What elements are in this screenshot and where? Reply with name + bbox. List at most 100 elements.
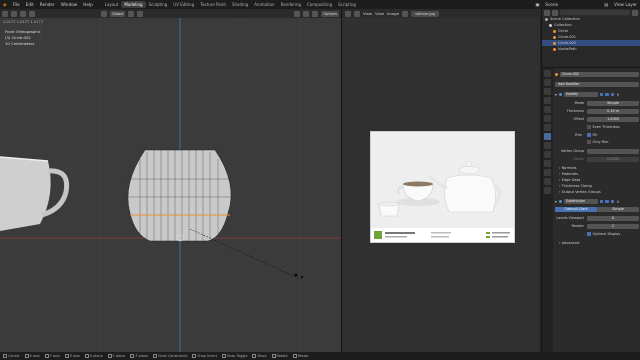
- key-icon: [271, 354, 276, 358]
- optimal-display-checkbox[interactable]: [587, 232, 591, 236]
- status-snap-toggle: Snap Toggle: [221, 354, 247, 358]
- image-name-field[interactable]: valhom.jpg: [410, 10, 439, 17]
- tab-sculpting[interactable]: Sculpting: [146, 1, 171, 8]
- subpanel-advanced[interactable]: › Advanced: [555, 240, 639, 246]
- factor-field[interactable]: 0.0000: [587, 156, 639, 162]
- properties-editor[interactable]: Circle.002 Add Modifier ▾ Solidify ✕ Mod…: [541, 67, 640, 353]
- key-icon: [252, 354, 257, 358]
- world-tab-icon[interactable]: [544, 115, 551, 122]
- cup-object: [0, 156, 70, 231]
- tab-uv-editing[interactable]: UV Editing: [170, 1, 197, 8]
- texture-tab-icon[interactable]: [544, 187, 551, 194]
- object-name-field[interactable]: Circle.002: [560, 71, 639, 77]
- tab-rendering[interactable]: Rendering: [278, 1, 304, 8]
- object-icon: [555, 72, 558, 76]
- transform-guide-line: [189, 228, 301, 280]
- view-layer-selector[interactable]: View Layer: [611, 2, 640, 7]
- viewport-toggle-icon[interactable]: [605, 199, 609, 204]
- fill-checkbox[interactable]: [587, 133, 591, 137]
- solidify-name-field[interactable]: Solidify: [563, 92, 598, 97]
- only-rim-checkbox[interactable]: [587, 140, 591, 144]
- editmode-toggle-icon[interactable]: [599, 199, 604, 204]
- catmull-clark-button[interactable]: Catmull-Clark: [555, 207, 597, 212]
- subpanel-label: Output Vertex Groups: [561, 190, 601, 194]
- simple-button[interactable]: Simple: [597, 207, 639, 212]
- vertex-group-field[interactable]: [587, 148, 639, 154]
- tab-modeling[interactable]: Modeling: [121, 1, 146, 8]
- key-icon: [3, 354, 7, 358]
- tab-texture-paint[interactable]: Texture Paint: [197, 1, 229, 8]
- display-mode-icon[interactable]: [552, 9, 558, 16]
- offset-field[interactable]: 1.0000: [587, 116, 639, 122]
- image-editor[interactable]: View View Image valhom.jpg: [341, 9, 541, 352]
- status-z-axis: Z axis: [64, 354, 80, 358]
- menu-render[interactable]: Render: [37, 2, 58, 7]
- modifier-panel: Circle.002 Add Modifier ▾ Solidify ✕ Mod…: [555, 71, 639, 246]
- tab-compositing[interactable]: Compositing: [304, 1, 335, 8]
- filter-icon[interactable]: [632, 9, 638, 16]
- blender-logo-icon[interactable]: ◉: [0, 2, 10, 7]
- scene-selector[interactable]: Scene: [542, 2, 561, 7]
- levels-viewport-field[interactable]: 0: [587, 215, 639, 221]
- subpanel-label: Edge Data: [561, 178, 581, 182]
- data-tab-icon[interactable]: [544, 169, 551, 176]
- tab-shading[interactable]: Shading: [229, 1, 251, 8]
- view-layer-tab-icon[interactable]: [544, 97, 551, 104]
- tab-animation[interactable]: Animation: [251, 1, 277, 8]
- status-bar: Cancel X axis Y axis Z axis X plane Y pl…: [0, 352, 640, 360]
- particles-tab-icon[interactable]: [544, 142, 551, 149]
- status-label: Z axis: [69, 354, 80, 358]
- outliner-row-nurbspath[interactable]: NurbsPath: [542, 46, 640, 52]
- modifier-tab-icon[interactable]: [544, 133, 551, 140]
- view-layer-icon: ▤: [604, 2, 609, 7]
- 3d-viewport[interactable]: Global Options 1.0177 1.0177 1.0177 Fron…: [0, 9, 341, 352]
- even-thickness-checkbox[interactable]: [587, 125, 591, 129]
- tab-scripting[interactable]: Scripting: [335, 1, 359, 8]
- render-levels-field[interactable]: 2: [587, 223, 639, 229]
- image-browse-icon[interactable]: [401, 10, 408, 17]
- outliner-search-input[interactable]: [560, 10, 630, 15]
- output-tab-icon[interactable]: [544, 88, 551, 95]
- subdivision-header: ▾ Subdivision ✕: [555, 198, 639, 205]
- menu-edit[interactable]: Edit: [23, 2, 37, 7]
- collapse-chevron-icon[interactable]: ▾: [555, 93, 557, 97]
- outliner-editor-icon[interactable]: [544, 9, 550, 16]
- editmode-toggle-icon[interactable]: [599, 92, 604, 97]
- tool-tab-icon[interactable]: [544, 70, 551, 77]
- subdivision-name-field[interactable]: Subdivision: [563, 199, 598, 204]
- subpanel-output-vertex-groups[interactable]: › Output Vertex Groups: [555, 189, 639, 195]
- subpanel-label: Materials: [561, 172, 579, 176]
- menu-view[interactable]: View: [363, 11, 372, 16]
- menu-file[interactable]: File: [10, 2, 23, 7]
- scene-tab-icon[interactable]: [544, 106, 551, 113]
- image-editor-type-icon[interactable]: [345, 10, 351, 17]
- viewport-toggle-icon[interactable]: [605, 92, 609, 97]
- physics-tab-icon[interactable]: [544, 151, 551, 158]
- key-icon: [192, 354, 197, 358]
- render-toggle-icon[interactable]: [610, 92, 615, 97]
- menu-help[interactable]: Help: [80, 2, 96, 7]
- add-modifier-button[interactable]: Add Modifier: [555, 82, 639, 87]
- render-toggle-icon[interactable]: [610, 199, 615, 204]
- tab-layout[interactable]: Layout: [102, 1, 122, 8]
- mode-dropdown-icon[interactable]: [354, 10, 360, 17]
- constraints-tab-icon[interactable]: [544, 160, 551, 167]
- menu-view-2[interactable]: View: [375, 11, 384, 16]
- object-tab-icon[interactable]: [544, 124, 551, 131]
- menu-window[interactable]: Window: [58, 2, 81, 7]
- close-icon[interactable]: ✕: [616, 93, 619, 97]
- close-icon[interactable]: ✕: [616, 200, 619, 204]
- mode-dropdown[interactable]: Simple: [587, 100, 639, 106]
- solidify-header: ▾ Solidify ✕: [555, 91, 639, 98]
- material-tab-icon[interactable]: [544, 178, 551, 185]
- viewport-canvas[interactable]: [0, 9, 341, 352]
- menu-image[interactable]: Image: [387, 11, 399, 16]
- render-levels-label: Render: [571, 224, 584, 228]
- thickness-field[interactable]: 0.19 m: [587, 108, 639, 114]
- collection-icon: [549, 23, 552, 27]
- render-tab-icon[interactable]: [544, 79, 551, 86]
- key-icon: [221, 354, 226, 358]
- collapse-chevron-icon[interactable]: ▾: [555, 200, 557, 204]
- only-rim-label: Only Rim: [592, 140, 609, 144]
- outliner[interactable]: Scene Collection Collection Circle Circl…: [541, 9, 640, 67]
